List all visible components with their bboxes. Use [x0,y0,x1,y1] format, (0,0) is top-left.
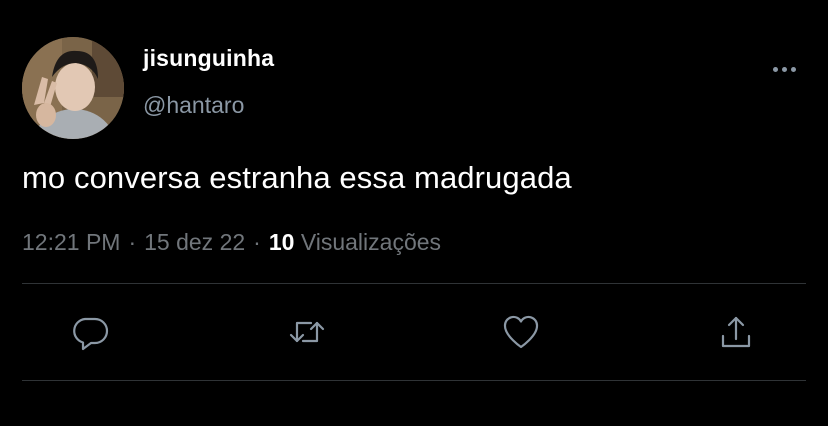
author-handle[interactable]: @hantaro [143,92,244,119]
divider [22,380,806,381]
views-count[interactable]: 10 [269,229,295,255]
share-icon[interactable] [716,312,756,352]
tweet-time: 12:21 PM [22,229,121,255]
more-options-icon[interactable] [772,66,802,74]
views-label[interactable]: Visualizações [301,229,441,255]
tweet-text: mo conversa estranha essa madrugada [22,160,572,195]
retweet-icon[interactable] [287,312,327,352]
separator: · [128,229,137,255]
tweet-meta: 12:21 PM · 15 dez 22 · 10 Visualizações [22,229,441,256]
avatar[interactable] [22,37,124,139]
heart-icon[interactable] [501,312,541,352]
separator: · [253,229,261,255]
tweet-date: 15 dez 22 [144,229,246,255]
author-name[interactable]: jisunguinha [143,45,274,72]
reply-icon[interactable] [70,312,110,352]
divider [22,283,806,284]
